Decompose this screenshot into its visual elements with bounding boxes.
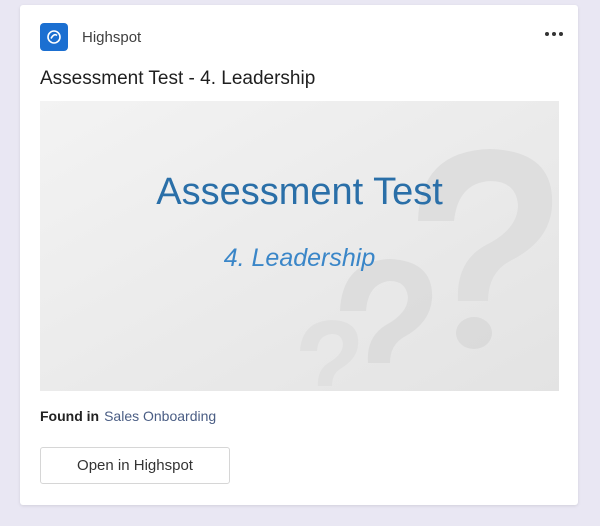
- found-in-label: Found in: [40, 408, 100, 424]
- found-in-line: Found in Sales Onboarding: [40, 408, 216, 424]
- thumbnail-subtitle: 4. Leadership: [223, 244, 376, 272]
- content-thumbnail[interactable]: Assessment Test 4. Leadership: [40, 101, 559, 391]
- open-in-highspot-button[interactable]: Open in Highspot: [40, 447, 230, 484]
- app-name: Highspot: [82, 28, 142, 46]
- card-header: Highspot: [40, 23, 141, 51]
- more-options-icon[interactable]: [542, 27, 566, 41]
- highspot-logo-icon: [40, 23, 68, 51]
- found-in-location-link[interactable]: Sales Onboarding: [104, 408, 216, 424]
- highspot-card: Highspot Assessment Test - 4. Leadership…: [20, 5, 578, 505]
- card-title: Assessment Test - 4. Leadership: [40, 68, 316, 89]
- thumbnail-title: Assessment Test: [156, 171, 443, 213]
